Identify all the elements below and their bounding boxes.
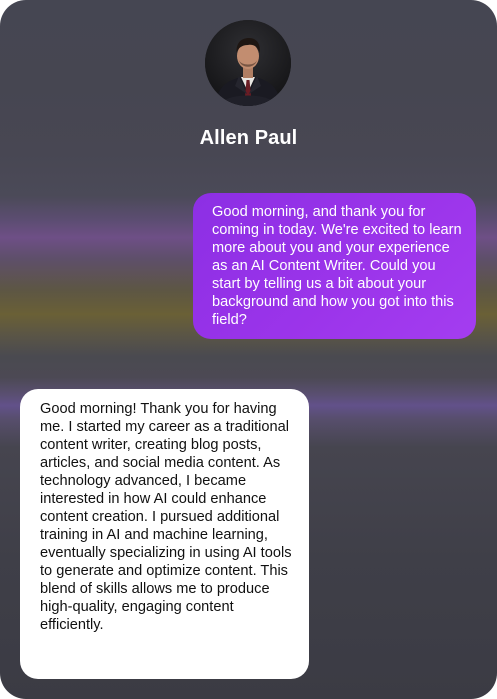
chat-card: Allen Paul Good morning, and thank you f… [0, 0, 497, 699]
person-avatar-icon [205, 20, 291, 106]
avatar[interactable] [205, 20, 291, 106]
contact-name: Allen Paul [199, 127, 298, 149]
message-text: Good morning, and thank you for coming i… [212, 204, 462, 328]
message-bubble-interviewer: Good morning, and thank you for coming i… [193, 193, 476, 339]
message-text: Good morning! Thank you for having me. I… [40, 401, 292, 633]
message-bubble-candidate: Good morning! Thank you for having me. I… [20, 389, 309, 679]
